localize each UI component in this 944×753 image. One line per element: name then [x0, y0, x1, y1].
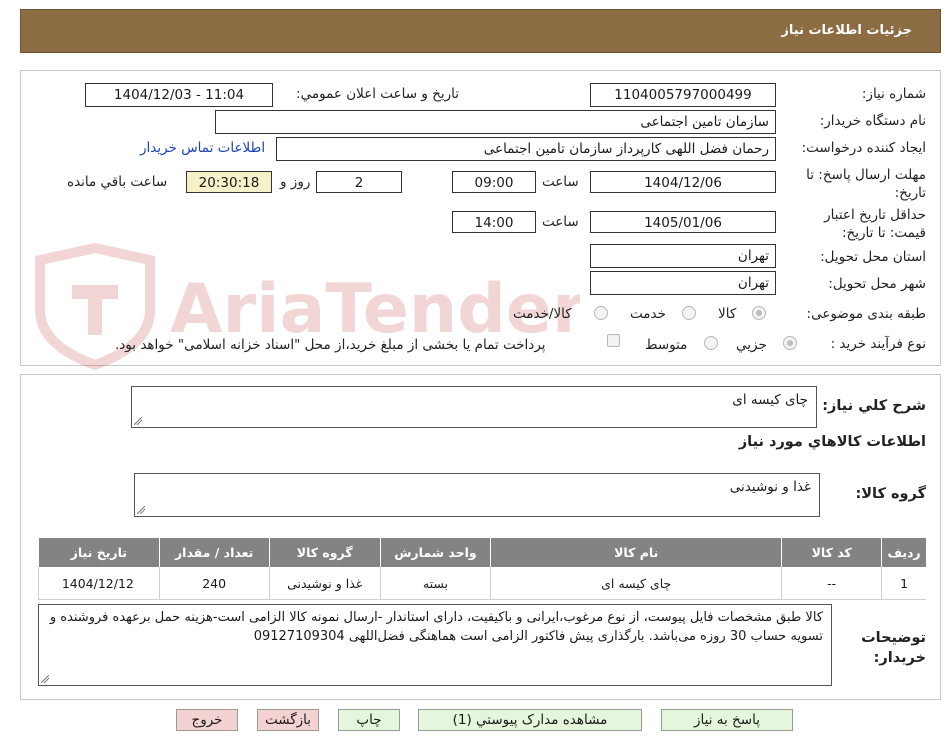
summary-text: چای کیسه ای	[732, 392, 808, 408]
remaining-time-field: 20:30:18	[186, 171, 272, 193]
col-item-code: کد کالا	[781, 538, 882, 567]
col-item-group: گروه کالا	[268, 538, 380, 567]
deadline-time-field: 09:00	[452, 171, 536, 193]
category-option-goods: کالا	[718, 306, 737, 322]
items-table: ردیف کد کالا نام کالا واحد شمارش گروه کا…	[38, 538, 926, 600]
announce-label: تاریخ و ساعت اعلان عمومي:	[296, 86, 459, 102]
creator-label: ایجاد کننده درخواست:	[801, 140, 926, 156]
resize-grip-icon	[137, 506, 145, 514]
days-field: 2	[316, 171, 402, 193]
col-item-name: نام کالا	[490, 538, 782, 567]
need-number-label: شماره نیاز:	[861, 86, 926, 102]
col-quantity: تعداد / مقدار	[158, 538, 269, 567]
buyer-notes-textarea[interactable]: کالا طبق مشخصات فایل پیوست، از نوع مرغوب…	[38, 604, 832, 686]
cell-row-number: 1	[881, 567, 926, 600]
process-label: نوع فرآیند خرید :	[830, 336, 926, 352]
page-header: جزئیات اطلاعات نیاز	[20, 9, 941, 53]
page-title: جزئیات اطلاعات نیاز	[781, 23, 912, 38]
resize-grip-icon	[41, 675, 49, 683]
cell-quantity: 240	[158, 567, 269, 600]
cell-item-name: چای کیسه ای	[490, 567, 782, 600]
buyer-notes-text: کالا طبق مشخصات فایل پیوست، از نوع مرغوب…	[49, 610, 823, 644]
summary-textarea[interactable]: چای کیسه ای	[131, 386, 817, 428]
col-unit: واحد شمارش	[379, 538, 491, 567]
validity-time-field: 14:00	[452, 211, 536, 233]
province-field: تهران	[590, 244, 776, 268]
category-option-service: خدمت	[630, 306, 666, 322]
remaining-label: ساعت باقي مانده	[67, 174, 168, 190]
col-need-date: تاریخ نیاز	[38, 538, 159, 567]
view-attachments-button[interactable]: مشاهده مدارک پیوستي (1)	[418, 709, 642, 731]
buyer-notes-label: توضیحات خریدار:	[861, 630, 926, 666]
cell-item-code: --	[781, 567, 882, 600]
process-option-minor: جزیي	[736, 337, 767, 353]
category-radio-goods[interactable]	[752, 306, 766, 320]
city-field: تهران	[590, 271, 776, 295]
cell-unit: بسته	[379, 567, 491, 600]
group-textarea[interactable]: غذا و نوشیدنی	[134, 473, 820, 517]
group-text: غذا و نوشیدنی	[729, 479, 811, 495]
exit-button[interactable]: خروج	[176, 709, 238, 731]
validity-time-label: ساعت	[542, 214, 579, 230]
days-label: روز و	[280, 174, 311, 190]
back-button[interactable]: بازگشت	[257, 709, 319, 731]
deadline-date-field: 1404/12/06	[590, 171, 776, 193]
group-label: گروه کالا:	[855, 486, 926, 502]
category-radio-service[interactable]	[682, 306, 696, 320]
items-section-title: اطلاعات کالاهاي مورد نیاز	[738, 434, 926, 450]
table-header-row: ردیف کد کالا نام کالا واحد شمارش گروه کا…	[38, 538, 926, 567]
treasury-checkbox[interactable]	[607, 334, 620, 347]
category-label: طبقه بندی موضوعی:	[806, 306, 926, 322]
col-row-number: ردیف	[881, 538, 926, 567]
reply-button[interactable]: پاسخ به نیاز	[661, 709, 793, 731]
province-label: استان محل تحویل:	[820, 249, 926, 265]
buyer-contact-link[interactable]: اطلاعات تماس خریدار	[140, 140, 265, 156]
deadline-time-label: ساعت	[542, 174, 579, 190]
city-label: شهر محل تحویل:	[828, 276, 926, 292]
validity-date-field: 1405/01/06	[590, 211, 776, 233]
resize-grip-icon	[134, 417, 142, 425]
category-radio-goods-service[interactable]	[594, 306, 608, 320]
process-option-medium: متوسط	[645, 337, 688, 353]
validity-label: حداقل تاریخ اعتبار قیمت: تا تاریخ:	[824, 207, 926, 241]
deadline-label: مهلت ارسال پاسخ: تا تاریخ:	[806, 167, 926, 201]
announce-field: 1404/12/03 - 11:04	[85, 83, 273, 107]
buyer-org-label: نام دستگاه خریدار:	[819, 113, 926, 129]
table-row: 1 -- چای کیسه ای بسته غذا و نوشیدنی 240 …	[38, 567, 926, 600]
cell-need-date: 1404/12/12	[38, 567, 159, 600]
buyer-org-field: سازمان تامین اجتماعی	[215, 110, 776, 134]
cell-item-group: غذا و نوشیدنی	[268, 567, 380, 600]
summary-label: شرح کلي نیاز:	[822, 398, 926, 414]
print-button[interactable]: چاپ	[338, 709, 400, 731]
treasury-note: پرداخت تمام یا بخشی از مبلغ خرید،از محل …	[115, 337, 546, 353]
creator-field: رحمان فضل اللهی کارپرداز سازمان تامین اج…	[276, 137, 776, 161]
category-option-goods-service: کالا/خدمت	[513, 306, 572, 322]
need-number-field: 1104005797000499	[590, 83, 776, 107]
process-radio-medium[interactable]	[704, 336, 718, 350]
process-radio-minor[interactable]	[783, 336, 797, 350]
